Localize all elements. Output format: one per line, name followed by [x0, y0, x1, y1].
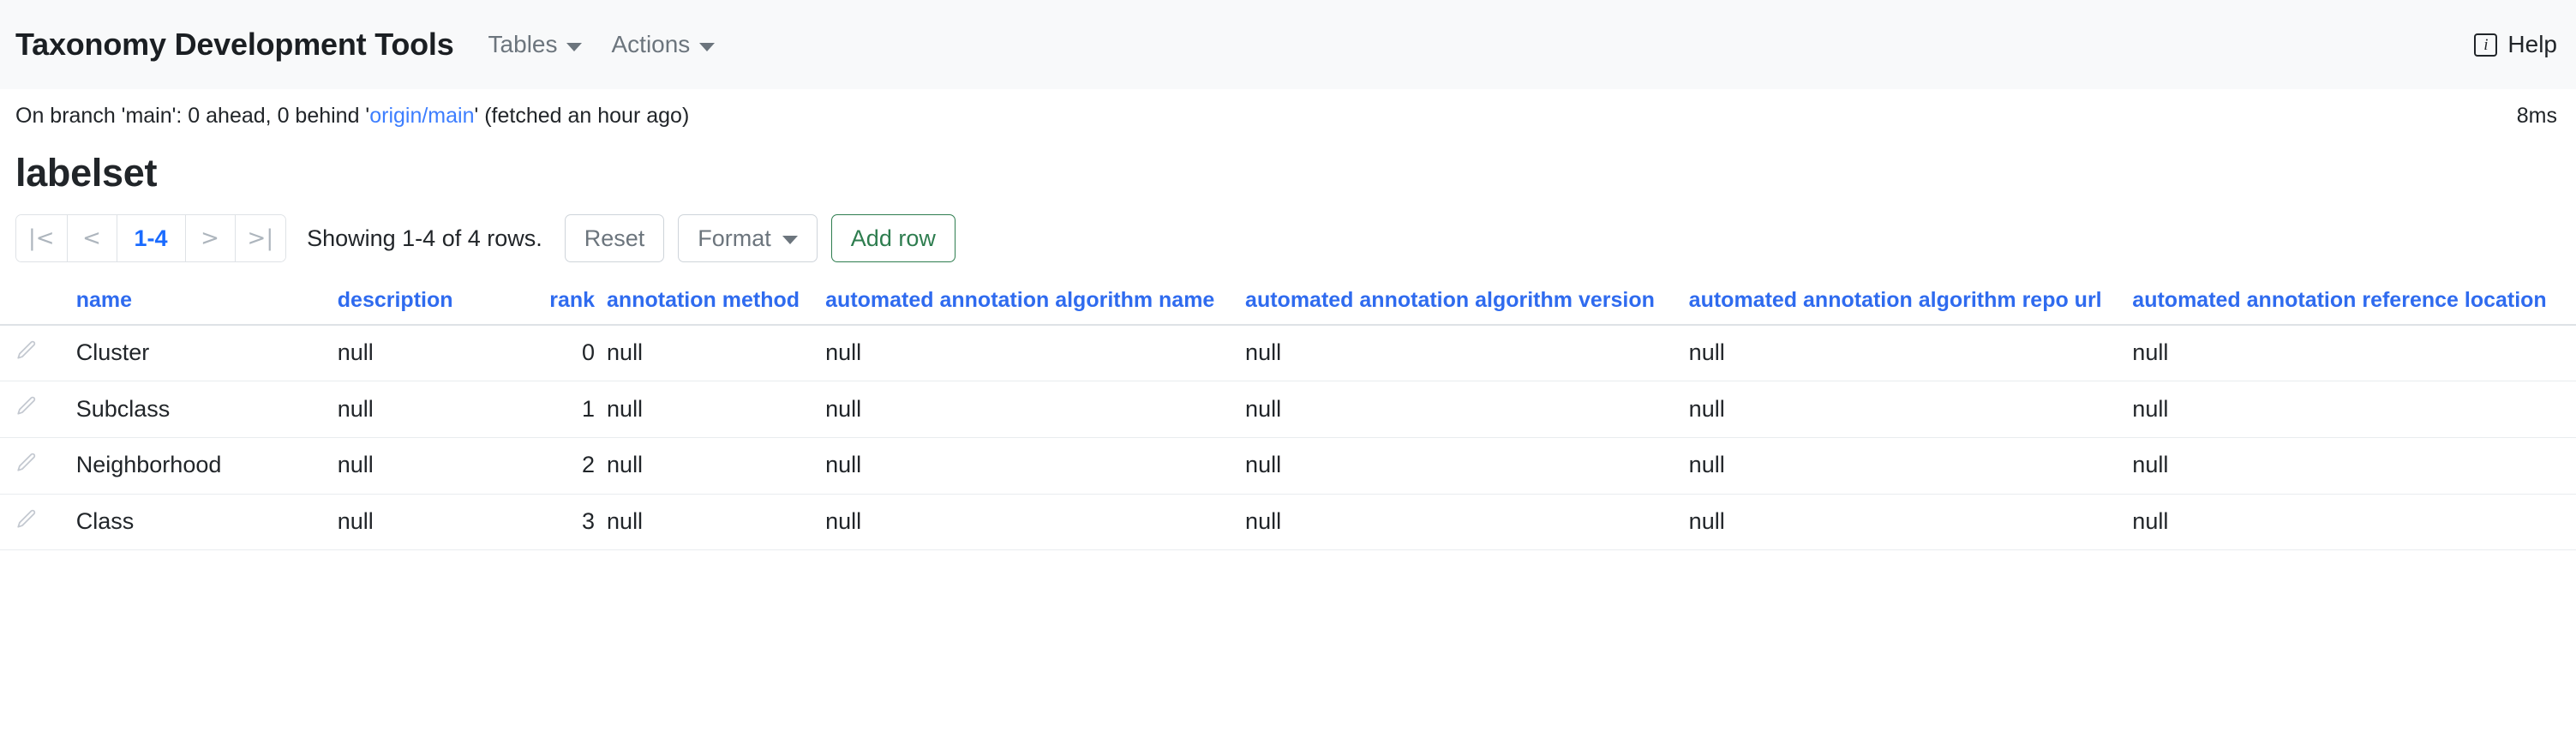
cell-automated-annotation-algorithm-name: null: [825, 494, 1246, 551]
chevron-down-icon: [699, 43, 716, 51]
nav-menu-actions[interactable]: Actions: [611, 31, 716, 58]
branch-status-bar: On branch 'main': 0 ahead, 0 behind ' ori…: [0, 89, 2576, 142]
cell-automated-annotation-algorithm-version: null: [1245, 381, 1689, 438]
format-dropdown-button[interactable]: Format: [678, 214, 818, 262]
cell-name: Neighborhood: [75, 437, 338, 495]
pencil-icon[interactable]: [15, 395, 76, 423]
table-body: Cluster null 0 null null null null null: [0, 324, 2576, 551]
cell-name: Cluster: [75, 324, 338, 382]
column-header-edit: [0, 288, 76, 326]
table-header-row: name description rank annotation method …: [0, 288, 2576, 326]
cell-automated-annotation-reference-location: null: [2132, 494, 2576, 551]
help-label: Help: [2507, 31, 2557, 57]
table-row: Class null 3 null null null null null: [0, 494, 2576, 551]
cell-rank: 3: [543, 494, 608, 551]
pagination-first-button[interactable]: |<: [16, 215, 68, 261]
cell-annotation-method: null: [607, 437, 826, 495]
branch-status-prefix: On branch 'main': 0 ahead, 0 behind ': [15, 103, 370, 128]
table-row: Subclass null 1 null null null null null: [0, 381, 2576, 438]
app-brand-title: Taxonomy Development Tools: [15, 27, 454, 62]
table-row: Neighborhood null 2 null null null null …: [0, 437, 2576, 495]
nav-menu-tables[interactable]: Tables: [488, 31, 583, 58]
request-timing: 8ms: [2516, 103, 2557, 128]
cell-automated-annotation-algorithm-repo-url: null: [1688, 324, 2133, 382]
row-edit-cell: [0, 381, 76, 438]
add-row-button-label: Add row: [850, 225, 936, 251]
column-header-automated-annotation-reference-location[interactable]: automated annotation reference location: [2132, 288, 2576, 326]
cell-rank: 2: [543, 437, 608, 495]
branch-status-suffix: ' (fetched an hour ago): [474, 103, 690, 128]
cell-automated-annotation-algorithm-version: null: [1245, 494, 1689, 551]
labelset-table: name description rank annotation method …: [0, 288, 2576, 551]
row-edit-cell: [0, 324, 76, 382]
column-header-name[interactable]: name: [75, 288, 338, 326]
help-button[interactable]: i Help: [2474, 31, 2557, 58]
cell-name: Subclass: [75, 381, 338, 438]
pencil-icon[interactable]: [15, 452, 76, 480]
column-header-rank[interactable]: rank: [543, 288, 608, 326]
page-title: labelset: [15, 151, 158, 195]
nav-menu-tables-label: Tables: [488, 31, 558, 57]
cell-annotation-method: null: [607, 494, 826, 551]
origin-branch-link[interactable]: origin/main: [369, 104, 474, 129]
table-header: name description rank annotation method …: [0, 288, 2576, 326]
column-header-description[interactable]: description: [337, 288, 544, 326]
format-button-label: Format: [698, 225, 771, 251]
cell-automated-annotation-algorithm-repo-url: null: [1688, 494, 2133, 551]
cell-description: null: [337, 437, 544, 495]
nav-menu-actions-label: Actions: [611, 31, 691, 57]
cell-automated-annotation-algorithm-name: null: [825, 381, 1246, 438]
pencil-icon[interactable]: [15, 339, 76, 368]
cell-automated-annotation-algorithm-version: null: [1245, 324, 1689, 382]
pagination-next-button[interactable]: >: [185, 215, 236, 261]
nav-menu-group: Tables Actions: [488, 31, 716, 58]
cell-automated-annotation-algorithm-version: null: [1245, 437, 1689, 495]
cell-automated-annotation-reference-location: null: [2132, 324, 2576, 382]
cell-automated-annotation-reference-location: null: [2132, 437, 2576, 495]
row-edit-cell: [0, 437, 76, 495]
column-header-automated-annotation-algorithm-repo-url[interactable]: automated annotation algorithm repo url: [1688, 288, 2133, 326]
cell-automated-annotation-algorithm-name: null: [825, 324, 1246, 382]
column-header-automated-annotation-algorithm-name[interactable]: automated annotation algorithm name: [825, 288, 1246, 326]
top-navbar: Taxonomy Development Tools Tables Action…: [0, 0, 2576, 89]
reset-button-label: Reset: [584, 225, 645, 251]
column-header-annotation-method[interactable]: annotation method: [607, 288, 826, 326]
cell-name: Class: [75, 494, 338, 551]
pagination-prev-button[interactable]: <: [67, 215, 117, 261]
cell-description: null: [337, 494, 544, 551]
column-header-automated-annotation-algorithm-version[interactable]: automated annotation algorithm version: [1245, 288, 1689, 326]
data-table-container: name description rank annotation method …: [0, 262, 2576, 551]
cell-automated-annotation-reference-location: null: [2132, 381, 2576, 438]
cell-annotation-method: null: [607, 324, 826, 382]
cell-automated-annotation-algorithm-repo-url: null: [1688, 437, 2133, 495]
showing-rows-label: Showing 1-4 of 4 rows.: [307, 225, 542, 251]
info-icon: i: [2474, 33, 2498, 57]
cell-rank: 0: [543, 324, 608, 382]
cell-description: null: [337, 324, 544, 382]
cell-description: null: [337, 381, 544, 438]
pagination-last-button[interactable]: >|: [235, 215, 286, 261]
chevron-down-icon: [566, 43, 583, 51]
pagination-group: |< < 1-4 > >|: [15, 214, 287, 262]
add-row-button[interactable]: Add row: [830, 214, 956, 262]
table-toolbar: |< < 1-4 > >| Showing 1-4 of 4 rows. Res…: [0, 195, 2576, 262]
cell-automated-annotation-algorithm-name: null: [825, 437, 1246, 495]
pencil-icon[interactable]: [15, 508, 76, 537]
chevron-down-icon: [782, 236, 798, 244]
table-row: Cluster null 0 null null null null null: [0, 324, 2576, 382]
cell-rank: 1: [543, 381, 608, 438]
pagination-current-range[interactable]: 1-4: [117, 215, 186, 261]
row-edit-cell: [0, 494, 76, 551]
reset-button[interactable]: Reset: [564, 214, 665, 262]
cell-annotation-method: null: [607, 381, 826, 438]
cell-automated-annotation-algorithm-repo-url: null: [1688, 381, 2133, 438]
